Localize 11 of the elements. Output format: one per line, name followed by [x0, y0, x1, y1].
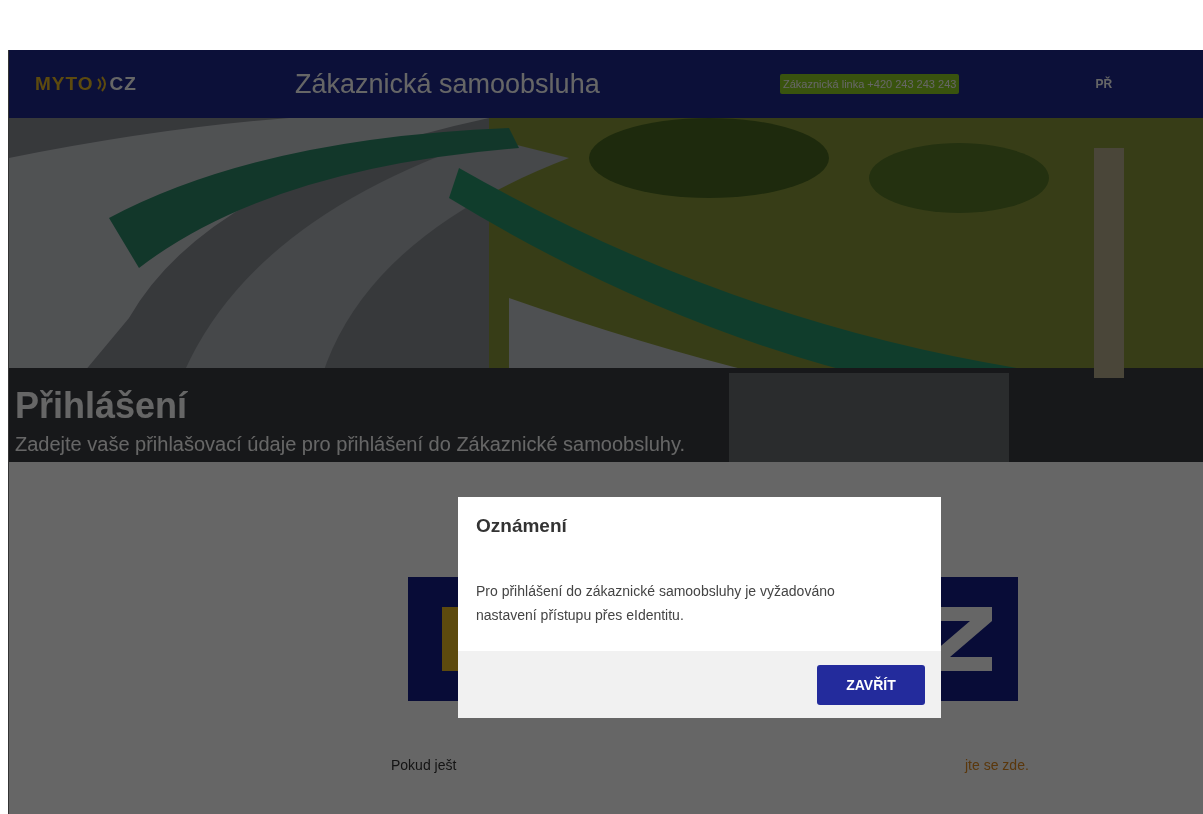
- logo[interactable]: MYTO CZ: [35, 73, 295, 95]
- dialog-message: Pro přihlášení do zákaznické samoobsluhy je vyžadováno nastavení přístupu přes eIdentitu.: [475, 582, 836, 625]
- dialog-title: Oznámení: [475, 514, 568, 537]
- nav-link[interactable]: PŘ: [1095, 77, 1113, 91]
- hotline-badge: Zákaznická linka +420 243 243 243: [780, 74, 960, 94]
- close-button[interactable]: ZAVŘÍT: [817, 665, 925, 705]
- hero-title: Přihlášení: [15, 385, 188, 427]
- page-title: Zákaznická samoobsluha: [295, 68, 601, 100]
- hero-subtitle: Zadejte vaše přihlašovací údaje pro přihlášení do Zákaznické samoobsluhy.: [15, 433, 685, 456]
- register-link[interactable]: jte se zde.: [965, 757, 1029, 773]
- body-text: Pokud ješt: [391, 757, 457, 773]
